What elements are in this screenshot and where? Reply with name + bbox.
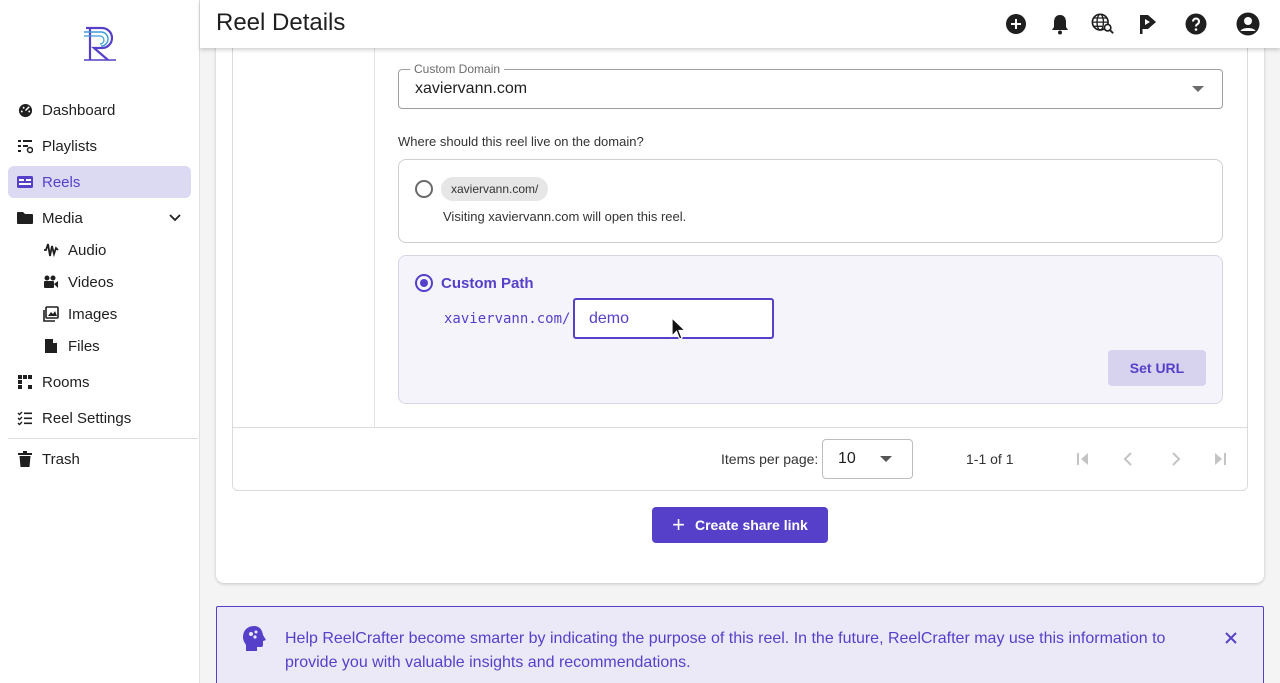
app-header: Reel Details: [200, 0, 1280, 48]
sidebar-item-media[interactable]: Media: [8, 202, 191, 234]
folder-icon: [17, 210, 33, 226]
image-icon: [43, 306, 59, 322]
custom-path-title: Custom Path: [441, 275, 534, 292]
dropdown-caret-icon[interactable]: [1192, 86, 1204, 92]
custom-domain-value: xaviervann.com: [415, 80, 528, 97]
items-per-page-value: 10: [838, 450, 856, 467]
previous-page-icon[interactable]: [1116, 447, 1140, 471]
first-page-icon[interactable]: [1071, 447, 1095, 471]
chevron-down-icon[interactable]: [168, 211, 182, 229]
account-icon[interactable]: [1236, 12, 1260, 36]
mouse-pointer-icon: [671, 317, 687, 340]
items-per-page-select[interactable]: [822, 439, 913, 479]
settings-list-icon: [17, 410, 33, 426]
sidebar-item-reel-settings[interactable]: Reel Settings: [8, 402, 191, 434]
sidebar-item-audio[interactable]: Audio: [34, 234, 191, 266]
file-icon: [43, 338, 59, 354]
sidebar-item-label: Images: [68, 305, 118, 323]
sidebar-item-dashboard[interactable]: Dashboard: [8, 94, 191, 126]
sidebar-item-playlists[interactable]: Playlists: [8, 130, 191, 162]
sidebar-item-label: Rooms: [42, 373, 90, 391]
create-share-link-button[interactable]: + Create share link: [652, 507, 828, 543]
add-circle-icon[interactable]: [1004, 12, 1028, 36]
playlist-icon: [17, 138, 33, 154]
bell-icon[interactable]: [1048, 12, 1072, 36]
plus-icon: +: [672, 512, 685, 537]
video-icon: [43, 274, 59, 290]
custom-domain-label: Custom Domain: [410, 62, 505, 76]
rooms-icon: [17, 374, 33, 390]
domain-location-question: Where should this reel live on the domai…: [398, 134, 644, 149]
set-url-button[interactable]: Set URL: [1108, 350, 1206, 386]
page-title: Reel Details: [216, 9, 346, 36]
audio-icon: [43, 242, 59, 258]
create-share-link-label: Create share link: [695, 517, 808, 533]
sidebar-item-label: Dashboard: [42, 101, 116, 119]
sidebar: Dashboard Playlists Reels Media Audio Vi…: [0, 0, 200, 683]
close-icon[interactable]: [1221, 628, 1241, 648]
table-footer-divider: [233, 427, 1247, 428]
sidebar-item-label: Audio: [68, 241, 107, 259]
last-page-icon[interactable]: [1208, 447, 1232, 471]
reelcrafter-logo[interactable]: [82, 24, 118, 62]
dashboard-icon: [17, 102, 33, 118]
next-page-icon[interactable]: [1164, 447, 1188, 471]
pagination-range: 1-1 of 1: [966, 451, 1014, 467]
items-per-page-label: Items per page:: [721, 451, 819, 467]
sidebar-item-label: Files: [68, 337, 100, 355]
sidebar-item-files[interactable]: Files: [34, 330, 191, 362]
custom-path-radio[interactable]: [415, 274, 433, 292]
sidebar-item-label: Playlists: [42, 137, 98, 155]
sidebar-item-label: Reel Settings: [42, 409, 132, 427]
help-icon[interactable]: [1184, 12, 1208, 36]
sidebar-item-label: Media: [42, 209, 83, 227]
sidebar-item-reels[interactable]: Reels: [8, 166, 191, 198]
root-domain-description: Visiting xaviervann.com will open this r…: [443, 209, 687, 224]
sidebar-item-rooms[interactable]: Rooms: [8, 366, 191, 398]
sidebar-item-label: Trash: [42, 450, 80, 468]
insights-banner-text: Help ReelCrafter become smarter by indic…: [285, 630, 1166, 671]
reels-icon: [17, 174, 33, 190]
sidebar-item-trash[interactable]: Trash: [8, 443, 191, 475]
sidebar-item-label: Reels: [42, 173, 81, 191]
root-domain-chip: xaviervann.com/: [441, 177, 549, 201]
root-domain-radio[interactable]: [415, 180, 433, 198]
dropdown-caret-icon[interactable]: [880, 456, 892, 462]
globe-search-icon[interactable]: [1091, 12, 1115, 36]
sidebar-divider: [8, 438, 198, 439]
root-domain-option[interactable]: [398, 159, 1223, 243]
trash-icon: [17, 451, 33, 467]
flag-play-icon[interactable]: [1136, 12, 1160, 36]
brain-head-icon: [243, 626, 266, 651]
table-column-divider: [374, 48, 375, 428]
sidebar-item-videos[interactable]: Videos: [34, 266, 191, 298]
sidebar-item-label: Videos: [68, 273, 114, 291]
sidebar-item-images[interactable]: Images: [34, 298, 191, 330]
custom-path-prefix: xaviervann.com/: [444, 311, 571, 327]
